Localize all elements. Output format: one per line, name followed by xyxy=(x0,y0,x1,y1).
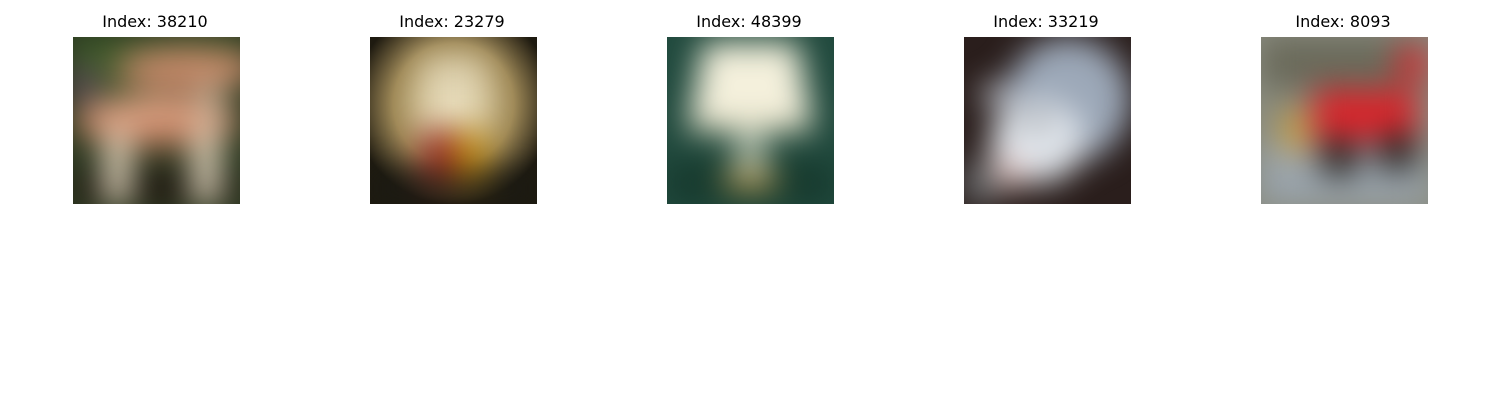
mushroom-image xyxy=(73,37,240,204)
image-panel-1: Index: 23279 xyxy=(332,10,572,210)
image-title: Index: 48399 xyxy=(696,12,802,31)
image-title: Index: 38210 xyxy=(102,12,208,31)
opossum-image xyxy=(964,37,1131,204)
image-panel-4: Index: 8093 xyxy=(1223,10,1463,210)
image-panel-0: Index: 38210 xyxy=(35,10,275,210)
image-panel-3: Index: 33219 xyxy=(926,10,1166,210)
image-title: Index: 8093 xyxy=(1295,12,1391,31)
image-title: Index: 33219 xyxy=(993,12,1099,31)
glass-image xyxy=(370,37,537,204)
lamp-image xyxy=(667,37,834,204)
image-title: Index: 23279 xyxy=(399,12,505,31)
tractor-image xyxy=(1261,37,1428,204)
image-panel-2: Index: 48399 xyxy=(629,10,869,210)
image-grid-figure: Index: 38210 Index: 23279 Index: 48399 I… xyxy=(0,0,1500,400)
